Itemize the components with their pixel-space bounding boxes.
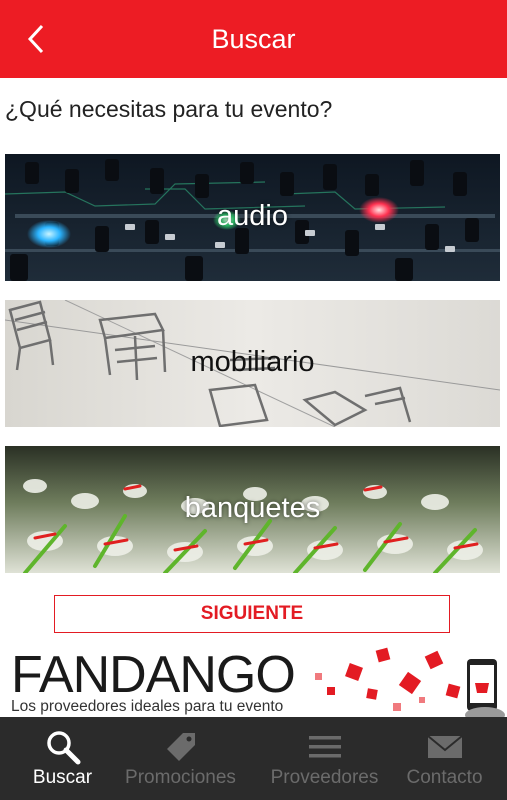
next-button[interactable]: SIGUIENTE	[54, 595, 450, 633]
tab-label-contacto: Contacto	[406, 767, 483, 788]
brand-tagline: Los proveedores ideales para tu evento	[11, 698, 284, 715]
tab-contacto[interactable]: Contacto	[382, 717, 507, 800]
menu-icon	[308, 736, 341, 758]
category-card-audio[interactable]: audio	[5, 154, 500, 281]
tab-promociones[interactable]: Promociones	[118, 717, 243, 800]
category-label-mobiliario: mobiliario	[190, 346, 315, 378]
tab-buscar[interactable]: Buscar	[0, 717, 125, 800]
tag-icon	[166, 733, 195, 761]
category-card-banquetes[interactable]: banquetes	[5, 446, 500, 573]
app-header: Buscar	[0, 0, 507, 78]
category-label-audio: audio	[217, 200, 288, 232]
tab-label-promociones: Promociones	[125, 767, 236, 788]
bottom-tab-bar: Buscar Promociones Proveedores Contacto	[0, 717, 507, 800]
category-label-banquetes: banquetes	[184, 492, 321, 524]
fandango-banner[interactable]: FANDANGO Los proveedores ideales para tu…	[5, 645, 507, 717]
banner-decoration	[315, 647, 505, 717]
tab-label-proveedores: Proveedores	[270, 767, 379, 788]
tab-proveedores[interactable]: Proveedores	[262, 717, 387, 800]
brand-logo: FANDANGO	[11, 646, 296, 704]
mail-icon	[426, 735, 463, 758]
page-title: Buscar	[211, 24, 296, 54]
search-icon	[46, 731, 80, 765]
category-card-mobiliario[interactable]: mobiliario	[5, 300, 500, 427]
event-question: ¿Qué necesitas para tu evento?	[5, 96, 333, 122]
tab-label-buscar: Buscar	[32, 767, 93, 788]
